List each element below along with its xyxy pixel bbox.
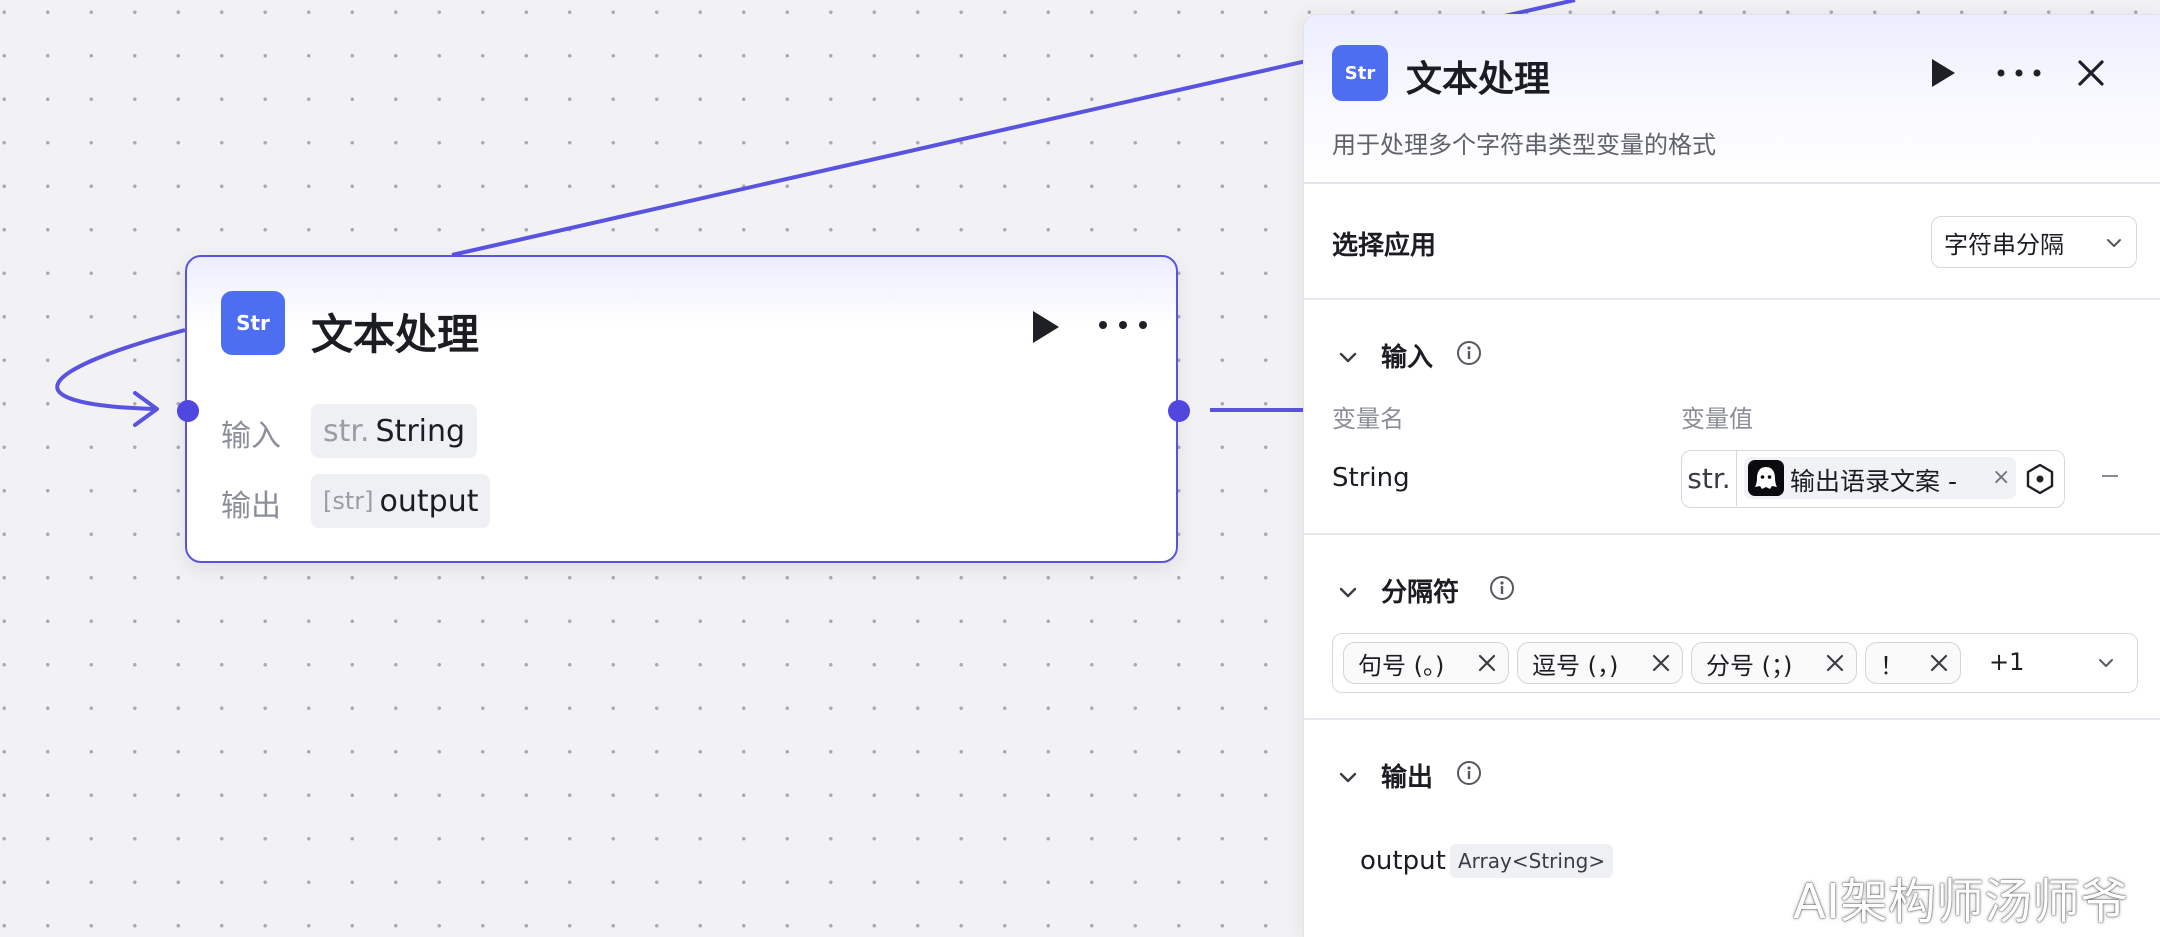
play-icon[interactable] (1924, 55, 1960, 91)
variable-name: String (1332, 463, 1410, 493)
string-array-type-icon: [str] (323, 487, 374, 515)
collapse-separator-chevron-icon[interactable] (1336, 580, 1360, 604)
separator-tag-label: 句号 (。) (1358, 651, 1445, 680)
edge-loop-back (55, 328, 186, 411)
app-select[interactable]: 字符串分隔 (1931, 216, 2137, 268)
remove-tag-icon[interactable] (1824, 652, 1846, 674)
separator-tag: 分号 (；) (1691, 642, 1857, 684)
select-app-label: 选择应用 (1332, 231, 1437, 261)
variable-value-column-header: 变量值 (1681, 405, 1753, 433)
divider (1304, 718, 2160, 720)
variable-picker-icon[interactable] (2022, 461, 2058, 497)
divider (1304, 182, 2160, 184)
remove-variable-icon[interactable] (2099, 465, 2121, 487)
collapse-input-chevron-icon[interactable] (1336, 345, 1360, 369)
output-section-title: 输出 (1381, 763, 1434, 793)
divider (1304, 298, 2160, 300)
str-plugin-icon: Str (221, 291, 285, 355)
output-type-badge: Array<String> (1450, 844, 1614, 878)
output-variable-name: output (1360, 846, 1446, 876)
watermark: AI架构师汤师爷 (1793, 874, 2128, 930)
variable-reference-text: 输出语录文案 - (1790, 467, 1957, 496)
separator-tag-label: 逗号 (，) (1532, 651, 1619, 680)
separator-tag: 逗号 (，) (1517, 642, 1683, 684)
variable-value-input[interactable]: str. 输出语录文案 - × (1681, 450, 2065, 508)
string-type-icon: str. (323, 413, 370, 449)
node-output-pill: [str] output (311, 474, 491, 528)
play-icon[interactable] (1025, 307, 1065, 347)
variable-name-column-header: 变量名 (1332, 405, 1404, 433)
hidden-tags-count: +1 (1989, 648, 2025, 676)
node-output-port[interactable] (1168, 400, 1190, 422)
node-input-pill: str. String (311, 404, 478, 458)
node-input-value: String (375, 413, 466, 449)
separator-tag: ！ (1865, 642, 1961, 684)
separator-tag-label: 分号 (；) (1706, 651, 1793, 680)
str-plugin-icon: Str (1332, 45, 1388, 101)
separator-section-title: 分隔符 (1381, 578, 1460, 608)
node-avatar-icon (1748, 460, 1784, 496)
info-icon[interactable] (1488, 574, 1516, 602)
input-section-title: 输入 (1381, 343, 1434, 373)
edge-arrowhead (133, 391, 159, 427)
divider (1304, 533, 2160, 535)
info-icon[interactable] (1455, 759, 1483, 787)
info-icon[interactable] (1455, 339, 1483, 367)
more-options-icon[interactable] (1994, 57, 2044, 89)
separator-tag: 句号 (。) (1343, 642, 1509, 684)
text-processing-node[interactable]: Str 文本处理 输入 str. String 输出 [str] output (185, 255, 1178, 563)
variable-reference-chip[interactable]: 输出语录文案 - × (1744, 457, 2016, 499)
remove-tag-icon[interactable] (1928, 652, 1950, 674)
node-output-label: 输出 (221, 489, 281, 524)
string-type-icon: str. (1682, 451, 1737, 506)
node-input-label: 输入 (221, 419, 281, 454)
panel-description: 用于处理多个字符串类型变量的格式 (1332, 131, 1716, 159)
chevron-down-icon (2099, 659, 2113, 667)
remove-tag-icon[interactable] (1476, 652, 1498, 674)
node-settings-panel: Str 文本处理 用于处理多个字符串类型变量的格式 选择应用 字符串分隔 输入 … (1303, 14, 2160, 937)
node-output-value: output (379, 483, 479, 519)
app-select-value: 字符串分隔 (1944, 230, 2064, 259)
chevron-down-icon (2107, 239, 2121, 247)
collapse-output-chevron-icon[interactable] (1336, 765, 1360, 789)
separator-tag-label: ！ (1880, 651, 1904, 680)
node-input-port[interactable] (177, 400, 199, 422)
close-icon[interactable] (2073, 55, 2109, 91)
node-title: 文本处理 (311, 310, 480, 359)
remove-tag-icon[interactable] (1650, 652, 1672, 674)
panel-title: 文本处理 (1406, 59, 1551, 100)
remove-reference-icon[interactable]: × (1992, 465, 2010, 490)
more-options-icon[interactable] (1095, 305, 1151, 345)
separator-multiselect[interactable]: 句号 (。) 逗号 (，) 分号 (；) ！ +1 (1332, 633, 2138, 693)
